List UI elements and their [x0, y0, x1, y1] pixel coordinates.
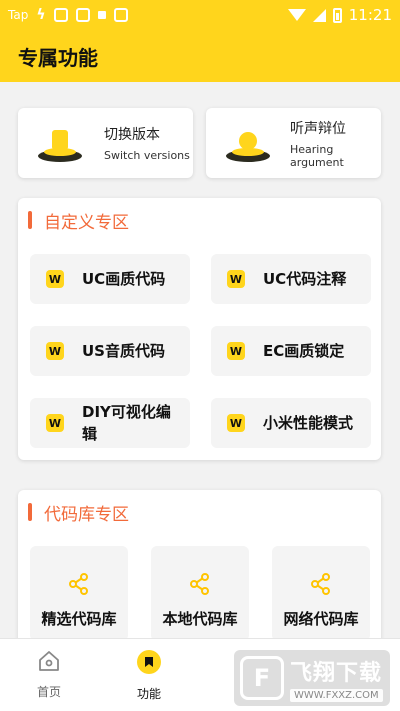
nav-label: 首页 [36, 685, 61, 699]
nav-label: 功能 [136, 687, 161, 701]
item-label: 精选代码库 [41, 610, 117, 628]
watermark-url: WWW.FXXZ.COM [290, 688, 383, 702]
item-label: US音质代码 [82, 342, 165, 360]
home-icon [39, 651, 59, 671]
w-icon: W [46, 342, 64, 360]
ec-quality-lock-button[interactable]: W EC画质锁定 [211, 326, 371, 376]
section-accent-bar [28, 503, 32, 521]
network-library-button[interactable]: 网络代码库 [272, 546, 370, 641]
share-icon [190, 573, 209, 595]
item-label: 网络代码库 [283, 610, 359, 628]
uc-quality-code-button[interactable]: W UC画质代码 [30, 254, 190, 304]
xiaomi-performance-mode-button[interactable]: W 小米性能模式 [211, 398, 371, 448]
wifi-icon [287, 9, 306, 21]
section-accent-bar [28, 211, 32, 229]
clock: 11:21 [348, 6, 392, 24]
site-watermark: F 飞翔下载 WWW.FXXZ.COM [234, 650, 390, 706]
card-title: 切换版本 [104, 127, 160, 143]
w-icon: W [227, 270, 245, 288]
function-icon [137, 650, 161, 674]
nav-function[interactable]: 功能 [119, 649, 179, 702]
item-label: UC代码注释 [263, 270, 347, 288]
app-header: 专属功能 [0, 30, 400, 82]
item-label: DIY可视化编辑 [82, 403, 171, 443]
us-audio-code-button[interactable]: W US音质代码 [30, 326, 190, 376]
pedestal-icon [30, 118, 90, 168]
pedestal-icon [218, 118, 278, 168]
signal-icon [312, 8, 326, 22]
w-icon: W [227, 414, 245, 432]
section-title: 代码库专区 [44, 504, 129, 525]
uc-code-comment-button[interactable]: W UC代码注释 [211, 254, 371, 304]
watermark-brand: 飞翔下载 [290, 660, 383, 686]
w-icon: W [46, 270, 64, 288]
watermark-logo-icon: F [240, 656, 284, 700]
switch-version-card[interactable]: 切换版本 Switch versions [18, 108, 193, 178]
app-notification-icon [113, 8, 128, 22]
app-notification-icon [75, 8, 90, 22]
page-title: 专属功能 [18, 45, 98, 70]
nav-home[interactable]: 首页 [19, 649, 79, 700]
library-section: 代码库专区 精选代码库 本地代码库 网络代码库 [18, 490, 381, 650]
hearing-argument-card[interactable]: 听声辩位 Hearing argument [206, 108, 381, 178]
w-icon: W [227, 342, 245, 360]
card-subtitle: Hearing argument [290, 142, 344, 169]
share-icon [69, 573, 88, 595]
section-title: 自定义专区 [44, 212, 129, 233]
item-label: UC画质代码 [82, 270, 166, 288]
status-bar: Tap ϟ 11:21 [0, 0, 400, 30]
w-icon: W [46, 414, 64, 432]
carrier-label: Tap [8, 8, 29, 22]
card-title: 听声辩位 [290, 120, 346, 137]
custom-section: 自定义专区 W UC画质代码 W UC代码注释 W US音质代码 W EC画质锁… [18, 198, 381, 460]
app-notification-icon [53, 8, 68, 22]
share-icon [311, 573, 330, 595]
notification-icon: ϟ [36, 7, 46, 23]
card-subtitle: Switch versions [104, 149, 190, 162]
item-label: EC画质锁定 [263, 342, 345, 360]
diy-visual-edit-button[interactable]: W DIY可视化编辑 [30, 398, 190, 448]
battery-icon [332, 7, 342, 23]
notification-dot-icon [97, 11, 106, 19]
local-library-button[interactable]: 本地代码库 [151, 546, 249, 641]
item-label: 小米性能模式 [263, 414, 354, 432]
featured-library-button[interactable]: 精选代码库 [30, 546, 128, 641]
item-label: 本地代码库 [162, 610, 238, 628]
